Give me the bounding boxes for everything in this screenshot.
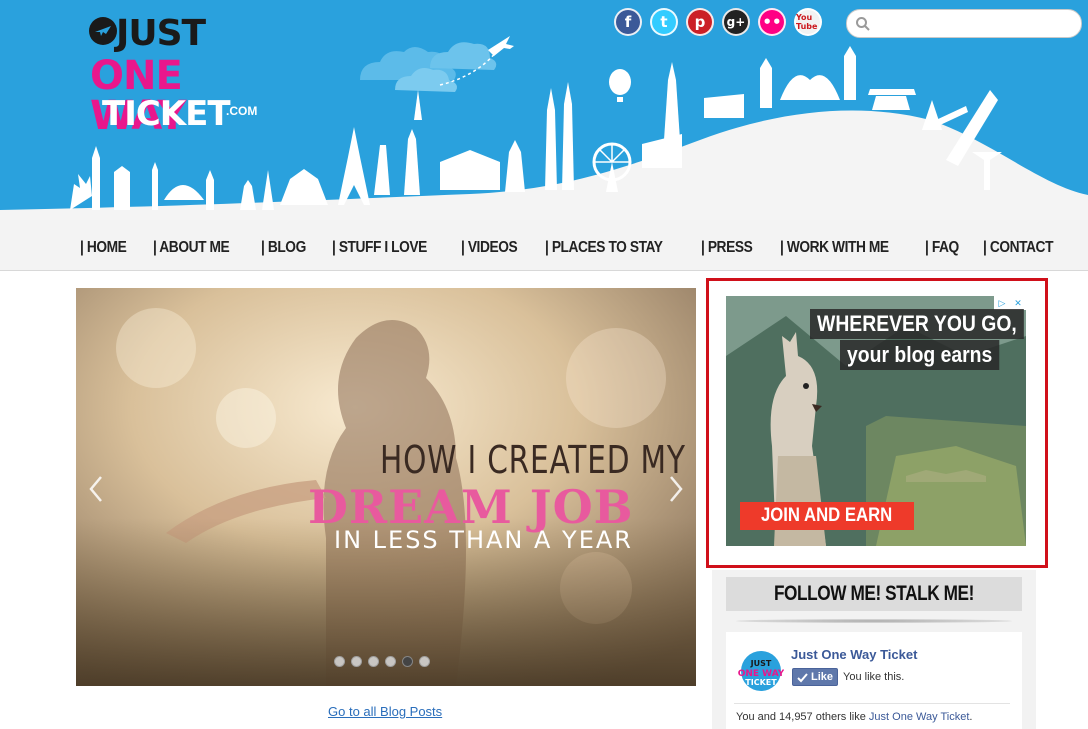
logo-suffix: .COM <box>226 104 258 118</box>
social-links: f t p g+ •• You Tube <box>614 8 822 38</box>
svg-text:JUST: JUST <box>750 659 772 668</box>
nav-item-press[interactable]: | PRESS <box>701 238 753 258</box>
fb-others-suffix: . <box>969 711 973 723</box>
slider-prev-icon[interactable] <box>86 474 106 504</box>
fb-others-link[interactable]: Just One Way Ticket <box>869 711 969 723</box>
facebook-icon[interactable]: f <box>614 8 642 36</box>
nav-item-faq[interactable]: | FAQ <box>925 238 959 258</box>
fb-divider <box>734 703 1010 704</box>
nav-item-contact[interactable]: | CONTACT <box>983 238 1053 258</box>
title-shadow <box>736 619 1012 623</box>
fb-like-label: Like <box>810 671 833 683</box>
search-icon <box>856 17 870 31</box>
follow-title: FOLLOW ME! STALK ME! <box>773 582 975 605</box>
fb-like-button[interactable]: Like <box>792 668 838 686</box>
nav-item-blog[interactable]: | BLOG <box>261 238 306 258</box>
nav-item-work-with-me[interactable]: | WORK WITH ME <box>780 238 889 258</box>
advertisement[interactable]: ▷ ✕ WHEREVER YOU GO, your blog earns JOI… <box>726 296 1026 546</box>
youtube-icon[interactable]: You Tube <box>794 8 822 36</box>
site-logo[interactable]: JUST ONE WAY TICKET .COM <box>88 12 278 137</box>
adchoices-icon[interactable]: ▷ <box>994 296 1010 310</box>
google-plus-icon[interactable]: g+ <box>722 8 750 36</box>
check-icon <box>797 672 808 682</box>
slider-dot[interactable] <box>402 656 413 667</box>
main-navigation: | HOME | ABOUT ME | BLOG | STUFF I LOVE … <box>0 220 1088 271</box>
svg-text:TICKET: TICKET <box>745 678 777 687</box>
site-header: JUST ONE WAY TICKET .COM f t p g+ •• You… <box>0 0 1088 220</box>
close-icon[interactable]: ✕ <box>1010 296 1026 310</box>
plane-icon <box>89 17 117 45</box>
page-avatar[interactable]: JUST ONE WAY TICKET <box>738 650 784 692</box>
twitter-icon[interactable]: t <box>650 8 678 36</box>
slider-pagination <box>334 656 430 667</box>
slider-dot[interactable] <box>385 656 396 667</box>
nav-item-videos[interactable]: | VIDEOS <box>461 238 518 258</box>
slider-dot[interactable] <box>351 656 362 667</box>
slide-heading-line3: IN LESS THAN A YEAR <box>334 526 633 554</box>
nav-item-places-to-stay[interactable]: | PLACES TO STAY <box>545 238 663 258</box>
ad-headline-1: WHEREVER YOU GO, <box>810 309 1024 339</box>
pinterest-icon[interactable]: p <box>686 8 714 36</box>
nav-list: | HOME | ABOUT ME | BLOG | STUFF I LOVE … <box>80 238 1084 258</box>
nav-item-stuff-i-love[interactable]: | STUFF I LOVE <box>332 238 427 258</box>
featured-slider[interactable]: HOW I CREATED MY DREAM JOB IN LESS THAN … <box>76 288 696 686</box>
slider-dot[interactable] <box>368 656 379 667</box>
logo-word-just: JUST <box>116 13 206 54</box>
slider-next-icon[interactable] <box>666 474 686 504</box>
slider-dot[interactable] <box>334 656 345 667</box>
logo-word-ticket: TICKET <box>102 94 231 134</box>
fb-social-count: You and 14,957 others like Just One Way … <box>736 711 972 723</box>
search-input[interactable] <box>875 14 1075 34</box>
fb-you-like-text: You like this. <box>843 671 905 683</box>
follow-title-bar: FOLLOW ME! STALK ME! <box>726 577 1022 611</box>
slide-heading-line1: HOW I CREATED MY <box>380 438 686 482</box>
search-box <box>846 9 1082 38</box>
ad-headline-2: your blog earns <box>840 340 1000 370</box>
fb-page-name[interactable]: Just One Way Ticket <box>791 647 917 662</box>
nav-item-about-me[interactable]: | ABOUT ME <box>153 238 230 258</box>
flickr-icon[interactable]: •• <box>758 8 786 36</box>
fb-others-prefix: You and 14,957 others like <box>736 711 869 723</box>
all-blog-posts-link[interactable]: Go to all Blog Posts <box>328 704 442 719</box>
ad-join-label: JOIN AND EARN <box>761 505 893 526</box>
nav-item-home[interactable]: | HOME <box>80 238 127 258</box>
ad-join-button[interactable]: JOIN AND EARN <box>740 502 914 530</box>
adchoices-badge[interactable]: ▷ ✕ <box>994 296 1026 310</box>
slider-dot[interactable] <box>419 656 430 667</box>
